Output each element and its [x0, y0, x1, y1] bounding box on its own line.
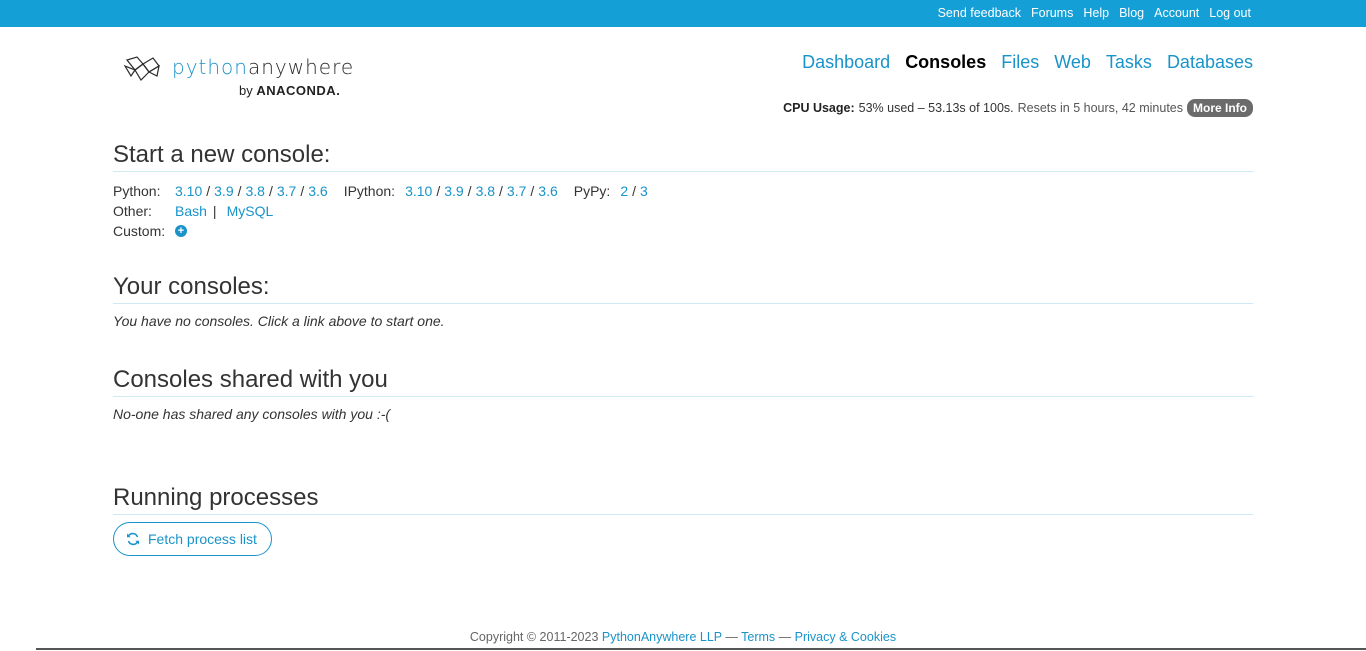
- nav-web[interactable]: Web: [1054, 52, 1091, 73]
- ipython-3-8-link[interactable]: 3.8: [476, 183, 495, 199]
- ipython-3-7-link[interactable]: 3.7: [507, 183, 526, 199]
- privacy-link[interactable]: Privacy & Cookies: [795, 630, 896, 644]
- logo-byline: by ANACONDA.: [239, 83, 341, 98]
- new-console-section: Start a new console: Python: 3.10/ 3.9/ …: [113, 141, 1253, 241]
- ipython-3-10-link[interactable]: 3.10: [405, 183, 432, 199]
- no-consoles-message: You have no consoles. Click a link above…: [113, 313, 445, 329]
- python-label: Python:: [113, 183, 161, 199]
- forums-link[interactable]: Forums: [1031, 6, 1073, 20]
- cpu-usage: CPU Usage: 53% used – 53.13s of 100s. Re…: [783, 99, 1253, 117]
- bash-link[interactable]: Bash: [175, 203, 207, 219]
- nav-databases[interactable]: Databases: [1167, 52, 1253, 73]
- top-links: Send feedback Forums Help Blog Account L…: [938, 6, 1251, 20]
- refresh-icon: [127, 532, 139, 546]
- footer-separator: —: [778, 630, 792, 644]
- python-3-8-link[interactable]: 3.8: [246, 183, 265, 199]
- python-3-9-link[interactable]: 3.9: [214, 183, 233, 199]
- cpu-reset-text: Resets in 5 hours, 42 minutes: [1017, 101, 1183, 115]
- anaconda-brand: ANACONDA.: [256, 83, 341, 98]
- nav-consoles[interactable]: Consoles: [905, 52, 986, 73]
- send-feedback-link[interactable]: Send feedback: [938, 6, 1021, 20]
- python-3-10-link[interactable]: 3.10: [175, 183, 202, 199]
- pypy-label: PyPy:: [573, 183, 611, 199]
- footer-separator: —: [725, 630, 738, 644]
- bottom-border: [36, 648, 1366, 650]
- fetch-process-list-label: Fetch process list: [148, 531, 257, 547]
- other-label: Other:: [113, 203, 152, 219]
- no-shared-message: No-one has shared any consoles with you …: [113, 406, 391, 422]
- help-link[interactable]: Help: [1083, 6, 1109, 20]
- running-processes-section: Running processes Fetch process list: [113, 484, 1253, 556]
- pypy-2-link[interactable]: 2: [620, 183, 628, 199]
- ipython-3-9-link[interactable]: 3.9: [444, 183, 463, 199]
- running-processes-heading: Running processes: [113, 484, 1253, 515]
- ipython-label: IPython:: [343, 183, 396, 199]
- your-consoles-section: Your consoles: You have no consoles. Cli…: [113, 273, 1253, 329]
- logout-link[interactable]: Log out: [1209, 6, 1251, 20]
- fetch-process-list-button[interactable]: Fetch process list: [113, 522, 272, 556]
- python-3-6-link[interactable]: 3.6: [308, 183, 327, 199]
- add-custom-console-icon[interactable]: +: [175, 225, 187, 237]
- logo-wordmark: pythonanywhere: [172, 55, 355, 79]
- footer: Copyright © 2011-2023 PythonAnywhere LLP…: [0, 630, 1366, 644]
- pypy-3-link[interactable]: 3: [640, 183, 648, 199]
- main-nav: Dashboard Consoles Files Web Tasks Datab…: [802, 52, 1253, 73]
- top-bar: Send feedback Forums Help Blog Account L…: [0, 0, 1366, 27]
- account-link[interactable]: Account: [1154, 6, 1199, 20]
- your-consoles-heading: Your consoles:: [113, 273, 1253, 304]
- custom-label: Custom:: [113, 223, 166, 239]
- company-link[interactable]: PythonAnywhere LLP: [602, 630, 722, 644]
- cpu-usage-value: 53% used – 53.13s of 100s.: [858, 101, 1014, 115]
- shared-consoles-heading: Consoles shared with you: [113, 366, 1253, 397]
- new-console-heading: Start a new console:: [113, 141, 1253, 172]
- pythonanywhere-logo[interactable]: pythonanywhere by ANACONDA.: [123, 52, 353, 100]
- python-3-7-link[interactable]: 3.7: [277, 183, 296, 199]
- python-row: Python: 3.10/ 3.9/ 3.8/ 3.7/ 3.6 IPython…: [113, 183, 648, 199]
- copyright-text: Copyright © 2011-2023: [469, 630, 599, 644]
- terms-link[interactable]: Terms: [741, 630, 775, 644]
- cpu-usage-label: CPU Usage:: [783, 101, 855, 115]
- snake-logo-icon: [123, 56, 160, 81]
- nav-tasks[interactable]: Tasks: [1106, 52, 1152, 73]
- nav-dashboard[interactable]: Dashboard: [802, 52, 890, 73]
- mysql-link[interactable]: MySQL: [227, 203, 274, 219]
- nav-files[interactable]: Files: [1001, 52, 1039, 73]
- other-row: Other: Bash | MySQL: [113, 203, 274, 219]
- blog-link[interactable]: Blog: [1119, 6, 1144, 20]
- more-info-button[interactable]: More Info: [1187, 99, 1253, 117]
- ipython-3-6-link[interactable]: 3.6: [538, 183, 557, 199]
- shared-consoles-section: Consoles shared with you No-one has shar…: [113, 366, 1253, 422]
- custom-row: Custom: +: [113, 221, 1253, 241]
